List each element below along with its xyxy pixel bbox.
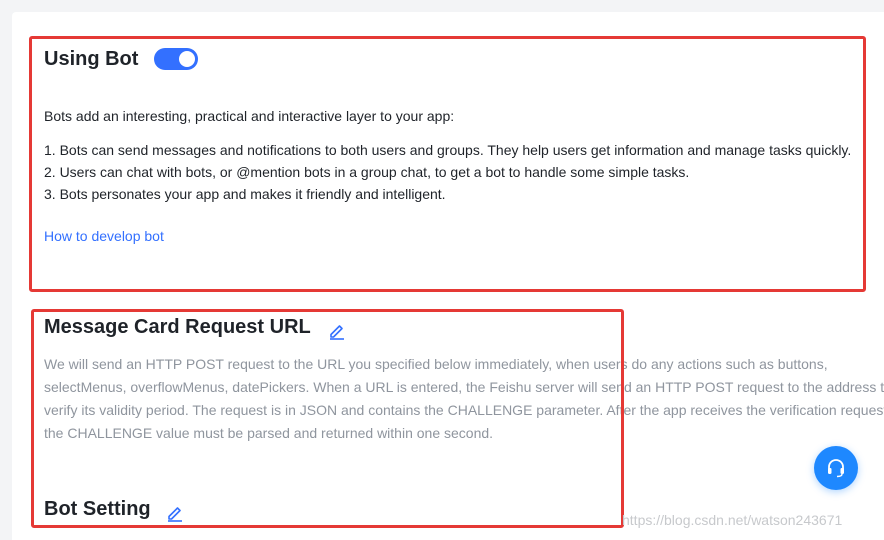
customer-support-button[interactable]: [814, 446, 858, 490]
headset-icon: [828, 459, 844, 478]
highlight-box-message-card: [31, 309, 624, 528]
highlight-box-using-bot: [29, 36, 866, 292]
watermark: https://blog.csdn.net/watson243671: [622, 512, 843, 528]
